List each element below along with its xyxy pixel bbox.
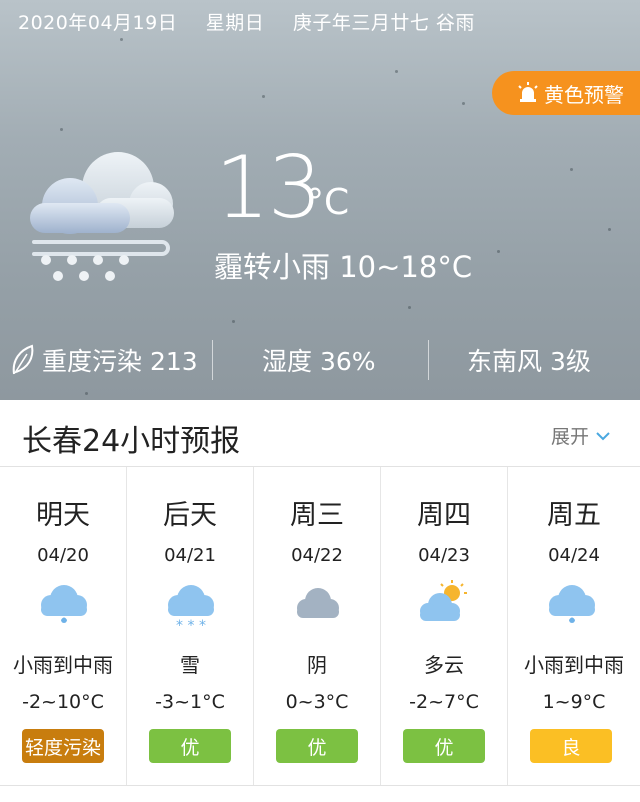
- forecast-day[interactable]: 后天 04/21 * * * 雪 -3~1°C 优: [127, 467, 254, 785]
- expand-button[interactable]: 展开: [551, 422, 611, 449]
- overcast-cloud-icon: [297, 588, 339, 618]
- alarm-light-icon: [518, 82, 538, 102]
- day-temperature: -2~7°C: [409, 691, 479, 713]
- rain-speck: [395, 70, 398, 73]
- rain-speck: [120, 38, 123, 41]
- weather-stats: 重度污染 213 湿度 36% 东南风 3级: [0, 338, 640, 382]
- day-condition: 小雨到中雨: [524, 653, 624, 677]
- day-temperature: -2~10°C: [22, 691, 104, 713]
- day-date: 04/23: [418, 545, 470, 566]
- aqi-badge: 优: [403, 729, 485, 763]
- forecast-day[interactable]: 明天 04/20 小雨到中雨 -2~10°C 轻度污染: [0, 467, 127, 785]
- cloud-snow-icon: [30, 152, 174, 281]
- day-name: 周三: [290, 500, 344, 531]
- alert-button[interactable]: 黄色预警: [492, 71, 640, 115]
- day-condition: 阴: [307, 653, 327, 677]
- rain-speck: [497, 250, 500, 253]
- day-temperature: -3~1°C: [155, 691, 225, 713]
- stat-divider: [212, 340, 213, 380]
- alert-label: 黄色预警: [544, 82, 624, 107]
- aqi-badge: 轻度污染: [22, 729, 104, 763]
- weekday-text: 星期日: [205, 12, 265, 34]
- humidity-stat: 湿度 36%: [262, 347, 376, 376]
- expand-label: 展开: [551, 426, 590, 448]
- day-condition: 小雨到中雨: [13, 653, 113, 677]
- rain-speck: [608, 228, 611, 231]
- lunar-text: 庚子年三月廿七 谷雨: [292, 12, 475, 34]
- forecast-title: 长春24小时预报: [22, 424, 241, 459]
- light-rain-icon: [549, 585, 595, 623]
- day-name: 明天: [36, 500, 90, 531]
- day-temperature: 0~3°C: [285, 691, 349, 713]
- forecast-day[interactable]: 周三 04/22 阴 0~3°C 优: [254, 467, 381, 785]
- day-condition: 雪: [180, 653, 200, 677]
- rain-speck: [232, 320, 235, 323]
- day-date: 04/22: [291, 545, 343, 566]
- day-date: 04/24: [548, 545, 600, 566]
- day-date: 04/21: [164, 545, 216, 566]
- divider: [0, 785, 640, 786]
- aqi-badge: 优: [149, 729, 231, 763]
- air-quality-stat[interactable]: 重度污染 213: [10, 342, 198, 378]
- chevron-down-icon: [596, 431, 610, 440]
- current-temperature: 13: [215, 138, 322, 238]
- date-text: 2020年04月19日: [18, 12, 178, 34]
- day-temperature: 1~9°C: [542, 691, 606, 713]
- snow-icon: * * *: [168, 585, 214, 631]
- rain-speck: [85, 392, 88, 395]
- stat-divider: [428, 340, 429, 380]
- forecast-day[interactable]: 周四 04/23 多云 -2~7°C 优: [381, 467, 508, 785]
- rain-speck: [262, 95, 265, 98]
- light-rain-icon: [41, 585, 87, 623]
- day-name: 周四: [417, 500, 471, 531]
- wind-stat: 东南风 3级: [467, 347, 591, 376]
- rain-speck: [60, 128, 63, 131]
- leaf-icon: [12, 344, 34, 375]
- day-name: 周五: [547, 500, 601, 531]
- rain-speck: [570, 168, 573, 171]
- rain-speck: [408, 306, 411, 309]
- temperature-unit: °C: [306, 182, 350, 223]
- current-condition: 霾转小雨 10~18°C: [214, 250, 473, 284]
- weather-hero: 2020年04月19日 星期日 庚子年三月廿七 谷雨 黄色预警 13 °C 霾转…: [0, 0, 640, 400]
- partly-cloudy-icon: [420, 580, 467, 621]
- aqi-badge: 优: [276, 729, 358, 763]
- date-line: 2020年04月19日 星期日 庚子年三月廿七 谷雨: [18, 8, 497, 35]
- day-date: 04/20: [37, 545, 89, 566]
- aqi-badge: 良: [530, 729, 612, 763]
- air-quality-text: 重度污染 213: [42, 347, 198, 376]
- forecast-day[interactable]: 周五 04/24 小雨到中雨 1~9°C 良: [508, 467, 640, 785]
- day-name: 后天: [163, 500, 217, 531]
- svg-text:* * *: * * *: [176, 618, 206, 631]
- day-condition: 多云: [424, 653, 464, 677]
- rain-speck: [462, 102, 465, 105]
